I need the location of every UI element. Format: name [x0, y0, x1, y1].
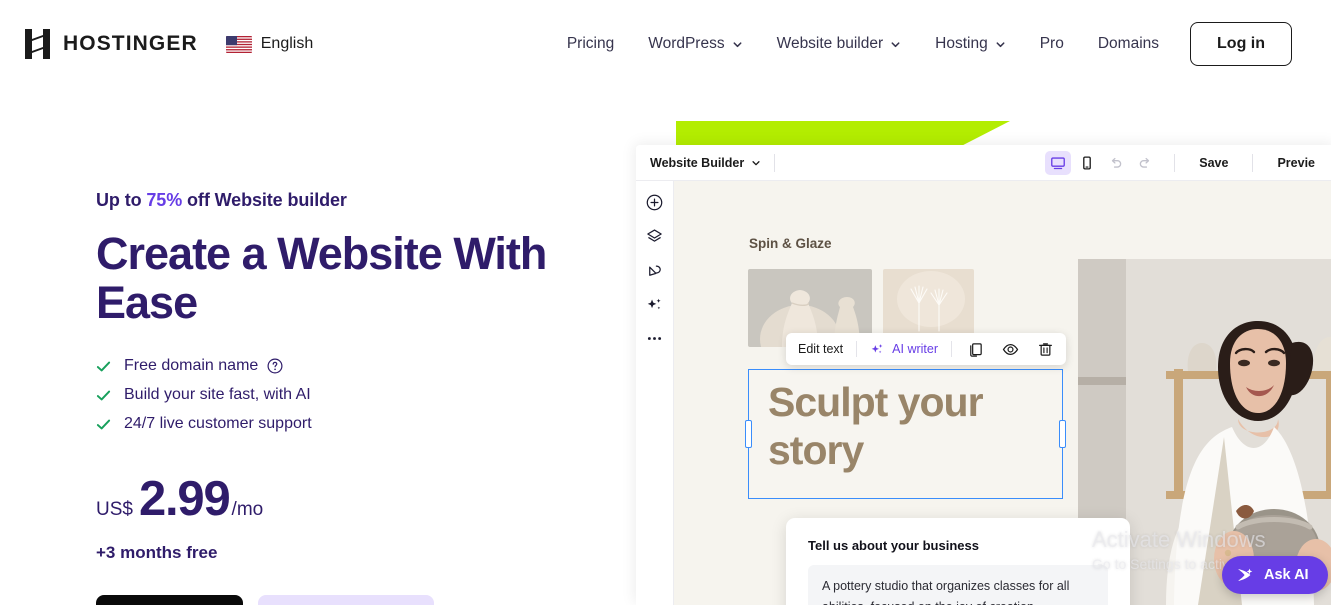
language-label: English: [260, 35, 314, 52]
ai-sparkle-icon: [871, 343, 883, 353]
toolbar-divider: [1252, 153, 1254, 172]
toolbar-divider: [951, 341, 953, 357]
nav-item-domains[interactable]: Domains: [1081, 35, 1176, 53]
toolbar-divider: [774, 153, 776, 172]
chevron-down-icon: [891, 41, 900, 47]
feature-list: Free domain name Build your site fast, w…: [96, 357, 566, 433]
dried-flowers-photo: [883, 269, 974, 335]
eyebrow-post: off Website builder: [182, 190, 347, 210]
builder-toolbar-right: Save Previe: [1045, 150, 1331, 175]
viewport-desktop-button[interactable]: [1045, 150, 1072, 175]
ai-writer-label: AI writer: [892, 342, 939, 356]
chevron-down-icon: [996, 41, 1005, 47]
brand-name: HOSTINGER: [63, 32, 198, 55]
business-description-input[interactable]: A pottery studio that organizes classes …: [808, 565, 1108, 605]
redo-icon: [1140, 157, 1150, 168]
language-selector[interactable]: English: [225, 35, 314, 53]
check-icon: [96, 419, 111, 430]
desktop-icon: [1051, 156, 1066, 169]
us-flag-icon: [225, 35, 252, 53]
layers-icon[interactable]: [645, 227, 664, 246]
business-description-card: Tell us about your business A pottery st…: [786, 518, 1130, 605]
login-button[interactable]: Log in: [1190, 22, 1292, 66]
hero-content: Up to 75% off Website builder Create a W…: [96, 190, 566, 605]
duplicate-icon[interactable]: [967, 341, 984, 358]
builder-menu-label: Website Builder: [650, 155, 745, 170]
price-amount: 2.99: [138, 472, 231, 527]
ask-ai-label: Ask AI: [1264, 567, 1309, 583]
undo-button[interactable]: [1103, 151, 1129, 175]
nav-item-wordpress[interactable]: WordPress: [631, 35, 759, 53]
ask-ai-button[interactable]: Ask AI: [1222, 556, 1328, 594]
nav-label: Hosting: [935, 35, 988, 52]
nav-item-pricing[interactable]: Pricing: [550, 35, 631, 53]
nav-label: Pro: [1039, 35, 1064, 52]
more-ellipsis-icon[interactable]: [645, 329, 664, 348]
design-pen-icon[interactable]: [645, 261, 664, 280]
nav-label: WordPress: [648, 35, 725, 52]
chevron-down-icon: [733, 41, 742, 47]
builder-menu-dropdown[interactable]: Website Builder: [650, 156, 761, 170]
builder-body: Spin & Glaze Edit text AI writer Sculpt …: [636, 181, 1331, 605]
gallery-thumbnail-dried-flowers[interactable]: [883, 269, 974, 335]
eyebrow-percent: 75%: [146, 190, 183, 210]
check-icon: [96, 361, 111, 372]
feature-label: 24/7 live customer support: [124, 415, 312, 433]
promo-eyebrow: Up to 75% off Website builder: [96, 190, 566, 211]
undo-icon: [1112, 157, 1122, 168]
add-circle-icon[interactable]: [645, 193, 664, 212]
preview-button[interactable]: Previe: [1266, 156, 1326, 170]
website-builder-mockup: Website Builder Save Previe Spin & Glaze…: [636, 145, 1331, 605]
countdown-timer: 03 : 07 : 53 : 27: [257, 595, 434, 605]
brand-logo[interactable]: HOSTINGER: [24, 29, 198, 59]
page-root: HOSTINGER English Pricing WordPress Webs…: [0, 0, 1331, 605]
eyebrow-pre: Up to: [96, 190, 147, 210]
check-icon: [96, 390, 111, 401]
builder-toolbar: Website Builder Save Previe: [636, 145, 1331, 181]
ai-writer-button[interactable]: AI writer: [870, 342, 938, 357]
viewport-mobile-button[interactable]: [1074, 151, 1100, 175]
list-item: Build your site fast, with AI: [96, 386, 566, 404]
nav-label: Website builder: [776, 35, 884, 52]
claim-deal-button[interactable]: Claim deal: [96, 595, 243, 605]
ai-sparkle-icon[interactable]: [645, 295, 664, 314]
resize-handle-left[interactable]: [745, 420, 752, 448]
cta-row: Claim deal 03 : 07 : 53 : 27: [96, 595, 566, 605]
hostinger-h-logo-icon: [24, 29, 51, 59]
bonus-label: +3 months free: [96, 543, 218, 563]
nav-item-hosting[interactable]: Hosting: [918, 35, 1023, 53]
builder-side-rail: [636, 181, 674, 605]
price-period: /mo: [231, 499, 264, 521]
eye-icon[interactable]: [1002, 341, 1019, 358]
nav-item-website-builder[interactable]: Website builder: [760, 35, 919, 53]
element-floating-toolbar: Edit text AI writer: [786, 333, 1067, 365]
feature-label: Build your site fast, with AI: [124, 386, 311, 404]
save-button[interactable]: Save: [1188, 156, 1239, 170]
chevron-down-icon: [752, 160, 760, 165]
page-title: Create a Website With Ease: [96, 228, 547, 329]
nav-links: Pricing WordPress Website builder Hostin…: [550, 22, 1331, 66]
canvas-headline[interactable]: Sculpt your story: [768, 379, 1068, 474]
site-title: Spin & Glaze: [749, 236, 832, 251]
nav-label: Domains: [1097, 35, 1160, 52]
redo-button[interactable]: [1132, 151, 1158, 175]
toolbar-divider: [1174, 153, 1176, 172]
business-card-title: Tell us about your business: [808, 538, 979, 553]
price-block: US$ 2.99 /mo: [96, 471, 566, 527]
top-navigation-bar: HOSTINGER English Pricing WordPress Webs…: [0, 0, 1331, 88]
feature-label: Free domain name: [124, 357, 259, 375]
lime-accent-shape: [676, 121, 1010, 145]
mobile-icon: [1083, 155, 1092, 170]
list-item: 24/7 live customer support: [96, 415, 566, 433]
nav-item-pro[interactable]: Pro: [1023, 35, 1081, 53]
help-circle-icon[interactable]: [267, 358, 283, 374]
ai-spark-icon: [1238, 568, 1253, 581]
toolbar-divider: [856, 341, 858, 357]
edit-text-button[interactable]: Edit text: [798, 342, 843, 356]
price-currency: US$: [96, 499, 133, 521]
trash-icon[interactable]: [1037, 341, 1054, 358]
builder-canvas: Spin & Glaze Edit text AI writer Sculpt …: [674, 181, 1331, 605]
list-item: Free domain name: [96, 357, 566, 375]
nav-label: Pricing: [566, 35, 615, 52]
